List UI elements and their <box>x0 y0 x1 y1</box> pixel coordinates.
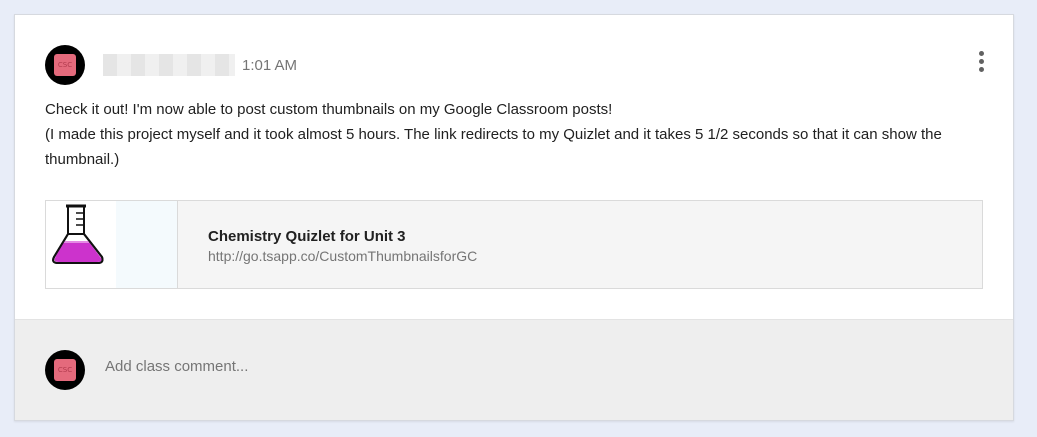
commenter-avatar: CSC <box>45 350 85 390</box>
comment-bar: CSC Add class comment... <box>15 319 1013 420</box>
more-vert-icon-dot <box>978 66 984 72</box>
add-comment-input[interactable]: Add class comment... <box>105 358 705 375</box>
attachment-thumbnail <box>46 201 178 288</box>
flask-icon <box>46 201 177 288</box>
more-vert-icon <box>978 50 984 56</box>
post-text-line: Check it out! I'm now able to post custo… <box>45 101 613 118</box>
link-attachment[interactable]: Chemistry Quizlet for Unit 3 http://go.t… <box>45 200 983 289</box>
attachment-url[interactable]: http://go.tsapp.co/CustomThumbnailsforGC <box>208 248 477 264</box>
post-body: Check it out! I'm now able to post custo… <box>45 97 985 172</box>
more-vert-icon-dot <box>978 58 984 64</box>
more-options-button[interactable] <box>969 49 993 73</box>
avatar-initials: CSC <box>54 54 76 76</box>
post-card: CSC 1:01 AM Check it out! I'm now able t… <box>14 14 1014 421</box>
avatar-initials: CSC <box>54 359 76 381</box>
author-name-redacted <box>103 54 235 76</box>
avatar[interactable]: CSC <box>45 45 85 85</box>
post-header: CSC 1:01 AM <box>45 45 985 85</box>
post-timestamp[interactable]: 1:01 AM <box>242 57 297 74</box>
attachment-title[interactable]: Chemistry Quizlet for Unit 3 <box>208 228 406 245</box>
post-text-line: (I made this project myself and it took … <box>45 126 942 168</box>
